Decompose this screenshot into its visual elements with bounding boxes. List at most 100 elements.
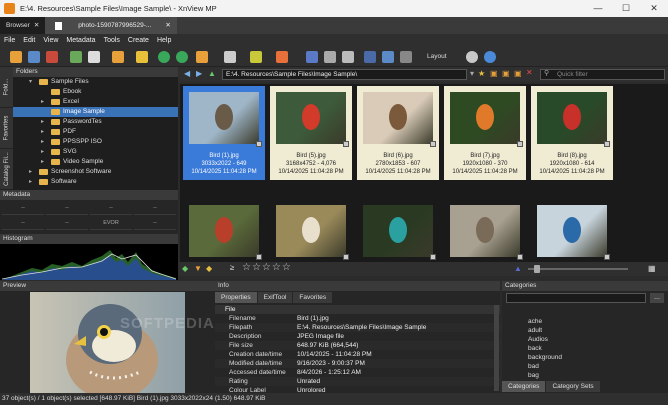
up-icon[interactable]: ▲ bbox=[208, 69, 216, 78]
filter-funnel-icon[interactable]: ▼ bbox=[194, 264, 202, 273]
thumbnail[interactable]: Bird (1).jpg 3033x2022 - 649 10/14/2025 11… bbox=[183, 86, 265, 194]
tab-categories[interactable]: Categories bbox=[502, 381, 546, 392]
filter-icon[interactable] bbox=[276, 51, 288, 63]
rotate-left-icon[interactable] bbox=[158, 51, 170, 63]
category-item[interactable]: background bbox=[502, 353, 668, 362]
folder-item[interactable]: ▸ Software bbox=[13, 177, 178, 187]
thumbnail[interactable]: Bird (7).jpg 1920x1080 - 370 10/14/2025 11… bbox=[444, 86, 526, 194]
folder-item[interactable]: ▸ PDF bbox=[13, 127, 178, 137]
view-mode-icon[interactable] bbox=[250, 51, 262, 63]
property-row[interactable]: Modified date/time 9/16/2023 - 9:00:37 PM bbox=[215, 359, 500, 368]
slider-handle[interactable] bbox=[534, 265, 540, 273]
menu-view[interactable]: View bbox=[39, 37, 62, 44]
label-flag-icon[interactable]: ◆ bbox=[206, 264, 212, 273]
help-icon[interactable] bbox=[484, 51, 496, 63]
folder-item[interactable]: ▸ Video Sample bbox=[13, 157, 178, 167]
expand-arrow-icon[interactable]: ▸ bbox=[41, 127, 44, 137]
close-button[interactable]: ✕ bbox=[640, 0, 668, 17]
settings-icon[interactable] bbox=[466, 51, 478, 63]
rating-stars[interactable]: ☆☆☆☆☆ bbox=[242, 262, 292, 273]
print-icon[interactable] bbox=[306, 51, 318, 63]
clear-filter-icon[interactable]: ✕ bbox=[526, 68, 533, 77]
category-item[interactable]: bad bbox=[502, 362, 668, 371]
tab-category-sets[interactable]: Category Sets bbox=[546, 381, 600, 392]
folder-item[interactable]: ▸ PasswordTes bbox=[13, 117, 178, 127]
menu-metadata[interactable]: Metadata bbox=[62, 37, 99, 44]
expand-arrow-icon[interactable]: ▸ bbox=[29, 177, 32, 187]
folder-item[interactable]: Ebook bbox=[13, 87, 178, 97]
batch-icon[interactable] bbox=[136, 51, 148, 63]
copy-icon[interactable] bbox=[88, 51, 100, 63]
expand-arrow-icon[interactable]: ▸ bbox=[41, 97, 44, 107]
rotate-right-icon[interactable] bbox=[176, 51, 188, 63]
category-item[interactable]: ache bbox=[502, 317, 668, 326]
expand-arrow-icon[interactable]: ▸ bbox=[41, 117, 44, 127]
property-row[interactable]: Filepath E:\4. Resources\Sample Files\Ima… bbox=[215, 323, 500, 332]
scan-icon[interactable] bbox=[324, 51, 336, 63]
property-row[interactable]: Accessed date/time 8/4/2026 - 1:25:12 AM bbox=[215, 368, 500, 377]
menu-tools[interactable]: Tools bbox=[100, 37, 124, 44]
folder-item[interactable]: ▸ SVG bbox=[13, 147, 178, 157]
favorite-star-icon[interactable]: ★ bbox=[478, 69, 485, 78]
expand-arrow-icon[interactable]: ▾ bbox=[29, 77, 32, 87]
minimize-button[interactable]: — bbox=[584, 0, 612, 17]
tag-icon[interactable]: ◆ bbox=[182, 264, 188, 273]
menu-file[interactable]: File bbox=[0, 37, 19, 44]
move-icon[interactable] bbox=[112, 51, 124, 63]
tab-photo[interactable]: photo-1590787996529-... ✕ bbox=[45, 17, 177, 34]
close-icon[interactable]: ✕ bbox=[34, 17, 39, 34]
folder-item[interactable]: ▾ Sample Files bbox=[13, 77, 178, 87]
expand-arrow-icon[interactable]: ▸ bbox=[41, 137, 44, 147]
tab-properties[interactable]: Properties bbox=[215, 292, 257, 303]
thumbnail[interactable]: Bird (6).jpg 2780x1853 - 607 10/14/2025 11… bbox=[357, 86, 439, 194]
fullscreen-icon[interactable] bbox=[28, 51, 40, 63]
expand-arrow-icon[interactable]: ▸ bbox=[29, 167, 32, 177]
property-row[interactable]: File size 648.97 KiB (664,544) bbox=[215, 341, 500, 350]
thumbnail[interactable]: Bird (8).jpg 1920x1080 - 614 10/14/2025 11… bbox=[531, 86, 613, 194]
property-row[interactable]: Filename Bird (1).jpg bbox=[215, 314, 500, 323]
layout-dropdown[interactable]: Layout bbox=[427, 53, 447, 60]
category-search-input[interactable] bbox=[506, 293, 646, 303]
category-item[interactable]: bag bbox=[502, 371, 668, 380]
menu-edit[interactable]: Edit bbox=[19, 37, 39, 44]
sort-icon[interactable] bbox=[224, 51, 236, 63]
rating-operator-icon[interactable]: ≥ bbox=[230, 263, 234, 272]
menu-help[interactable]: Help bbox=[153, 37, 175, 44]
sidetab-catalog[interactable]: Catalog Fil... bbox=[0, 149, 13, 190]
quick-filter-input[interactable]: Quick filter bbox=[540, 69, 665, 80]
chevron-down-icon[interactable]: ▾ bbox=[470, 69, 474, 78]
expand-arrow-icon[interactable]: ▸ bbox=[41, 147, 44, 157]
folder-item[interactable]: ▸ Excel bbox=[13, 97, 178, 107]
property-row[interactable]: Description JPEG Image file bbox=[215, 332, 500, 341]
maximize-button[interactable]: ☐ bbox=[612, 0, 640, 17]
forward-icon[interactable]: ▶ bbox=[196, 69, 202, 78]
folder-item[interactable]: ▸ Screenshot Software bbox=[13, 167, 178, 177]
category-item[interactable]: Audios bbox=[502, 335, 668, 344]
close-icon[interactable]: ✕ bbox=[165, 17, 170, 34]
thumb-size-slider[interactable] bbox=[528, 268, 628, 270]
tab-favorites[interactable]: Favorites bbox=[293, 292, 333, 303]
open-icon[interactable] bbox=[10, 51, 22, 63]
folder-copy-icon[interactable]: ▣ bbox=[514, 69, 522, 78]
folder-item[interactable]: ▸ PPSSPP ISO bbox=[13, 137, 178, 147]
tab-browser[interactable]: Browser ✕ bbox=[0, 17, 46, 34]
sidetab-favorites[interactable]: Favorites bbox=[0, 108, 13, 149]
sidetab-folders[interactable]: Fold... bbox=[0, 67, 13, 108]
export-icon[interactable] bbox=[196, 51, 208, 63]
capture-icon[interactable] bbox=[342, 51, 354, 63]
tab-exiftool[interactable]: ExifTool bbox=[257, 292, 293, 303]
monitor-icon[interactable] bbox=[382, 51, 394, 63]
grid-view-icon[interactable]: ▦ bbox=[648, 264, 656, 273]
compare-icon[interactable] bbox=[70, 51, 82, 63]
category-item[interactable]: back bbox=[502, 344, 668, 353]
thumbnail[interactable]: Bird (5).jpg 3168x4752 - 4,076 10/14/2025 … bbox=[270, 86, 352, 194]
section-file[interactable]: File bbox=[215, 305, 500, 314]
web-icon[interactable] bbox=[400, 51, 412, 63]
folder-item[interactable]: Image Sample bbox=[13, 107, 178, 117]
folder-new-icon[interactable]: ▣ bbox=[502, 69, 510, 78]
menu-create[interactable]: Create bbox=[124, 37, 153, 44]
back-icon[interactable]: ◀ bbox=[184, 69, 190, 78]
category-item[interactable]: adult bbox=[502, 326, 668, 335]
property-row[interactable]: Creation date/time 10/14/2025 - 11:04:28 … bbox=[215, 350, 500, 359]
property-row[interactable]: Rating Unrated bbox=[215, 377, 500, 386]
